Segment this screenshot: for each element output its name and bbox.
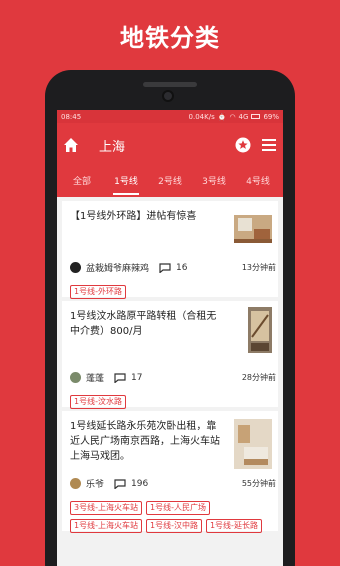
line-tabs: 全部 1号线 2号线 3号线 4号线 <box>57 167 283 197</box>
tab-line-1[interactable]: 1号线 <box>105 167 147 197</box>
station-tag[interactable]: 1号线-人民广场 <box>145 501 210 515</box>
app-bar: 上海 <box>57 123 283 167</box>
battery-percent: 69% <box>263 112 279 121</box>
post-tags: 1号线-外环路 <box>70 285 126 299</box>
post-thumbnail <box>234 215 272 243</box>
author-avatar <box>70 372 81 383</box>
comment-icon <box>159 262 171 273</box>
favorite-star-icon[interactable] <box>235 137 251 153</box>
post-time: 28分钟前 <box>241 373 276 382</box>
post-tags: 3号线-上海火车站 1号线-人民广场 1号线-上海火车站 1号线-汉中路 1号线… <box>70 501 276 533</box>
menu-icon[interactable] <box>261 138 277 152</box>
phone-frame: 08:45 0.04K/s ⏰ ◠ 4G 69% 上海 全部 1号线 2号线 3… <box>45 70 295 566</box>
author-name[interactable]: 蓬蓬 <box>86 371 104 384</box>
author-name[interactable]: 乐爷 <box>86 477 104 490</box>
post-title: 【1号线外环路】进帖有惊喜 <box>70 211 197 222</box>
battery-icon <box>251 114 261 119</box>
comment-icon <box>114 372 126 383</box>
post-card[interactable]: 1号线汶水路原平路转租（合租无中介费）800/月 蓬蓬 17 28分钟前 1号线… <box>62 301 278 409</box>
alarm-icon: ⏰ <box>217 112 227 121</box>
tab-all[interactable]: 全部 <box>61 167 103 197</box>
home-icon[interactable] <box>63 137 79 153</box>
post-card[interactable]: 1号线延长路永乐苑次卧出租，靠近人民广场南京西路，上海火车站上海马戏团。 乐爷 … <box>62 411 278 533</box>
phone-camera <box>162 90 174 102</box>
post-time: 55分钟前 <box>241 479 276 488</box>
tab-line-2[interactable]: 2号线 <box>149 167 191 197</box>
post-meta: 盆栽姆爷麻辣鸡 16 13分钟前 <box>70 261 276 274</box>
status-time: 08:45 <box>61 112 82 121</box>
station-tag[interactable]: 1号线-汉中路 <box>145 519 202 533</box>
tab-line-4[interactable]: 4号线 <box>237 167 279 197</box>
tab-line-3[interactable]: 3号线 <box>193 167 235 197</box>
station-tag[interactable]: 1号线-延长路 <box>205 519 262 533</box>
post-thumbnail <box>234 419 272 469</box>
comment-count: 16 <box>176 262 188 273</box>
post-title: 1号线汶水路原平路转租（合租无中介费）800/月 <box>70 311 217 337</box>
post-card[interactable]: 【1号线外环路】进帖有惊喜 盆栽姆爷麻辣鸡 16 13分钟前 1号线-外环路 <box>62 201 278 299</box>
wifi-icon: ◠ <box>229 112 236 121</box>
author-avatar <box>70 262 81 273</box>
station-tag[interactable]: 1号线-外环路 <box>70 285 126 299</box>
station-tag[interactable]: 1号线-上海火车站 <box>70 519 142 533</box>
net-speed: 0.04K/s <box>188 112 215 121</box>
status-bar: 08:45 0.04K/s ⏰ ◠ 4G 69% <box>57 110 283 123</box>
author-name[interactable]: 盆栽姆爷麻辣鸡 <box>86 261 149 274</box>
post-meta: 乐爷 196 55分钟前 <box>70 477 276 490</box>
headline: 地铁分类 <box>120 24 220 52</box>
author-avatar <box>70 478 81 489</box>
comment-count: 196 <box>131 478 149 489</box>
post-time: 13分钟前 <box>241 263 276 272</box>
phone-speaker <box>143 82 197 87</box>
signal-label: 4G <box>238 112 249 121</box>
post-thumbnail <box>248 307 272 353</box>
station-tag[interactable]: 3号线-上海火车站 <box>70 501 142 515</box>
post-meta: 蓬蓬 17 28分钟前 <box>70 371 276 384</box>
post-title: 1号线延长路永乐苑次卧出租，靠近人民广场南京西路，上海火车站上海马戏团。 <box>70 421 220 462</box>
station-tag[interactable]: 1号线-汶水路 <box>70 395 126 409</box>
post-tags: 1号线-汶水路 <box>70 395 126 409</box>
comment-icon <box>114 478 126 489</box>
comment-count: 17 <box>131 372 143 383</box>
app-screen: 08:45 0.04K/s ⏰ ◠ 4G 69% 上海 全部 1号线 2号线 3… <box>57 110 283 566</box>
city-name[interactable]: 上海 <box>99 136 235 155</box>
